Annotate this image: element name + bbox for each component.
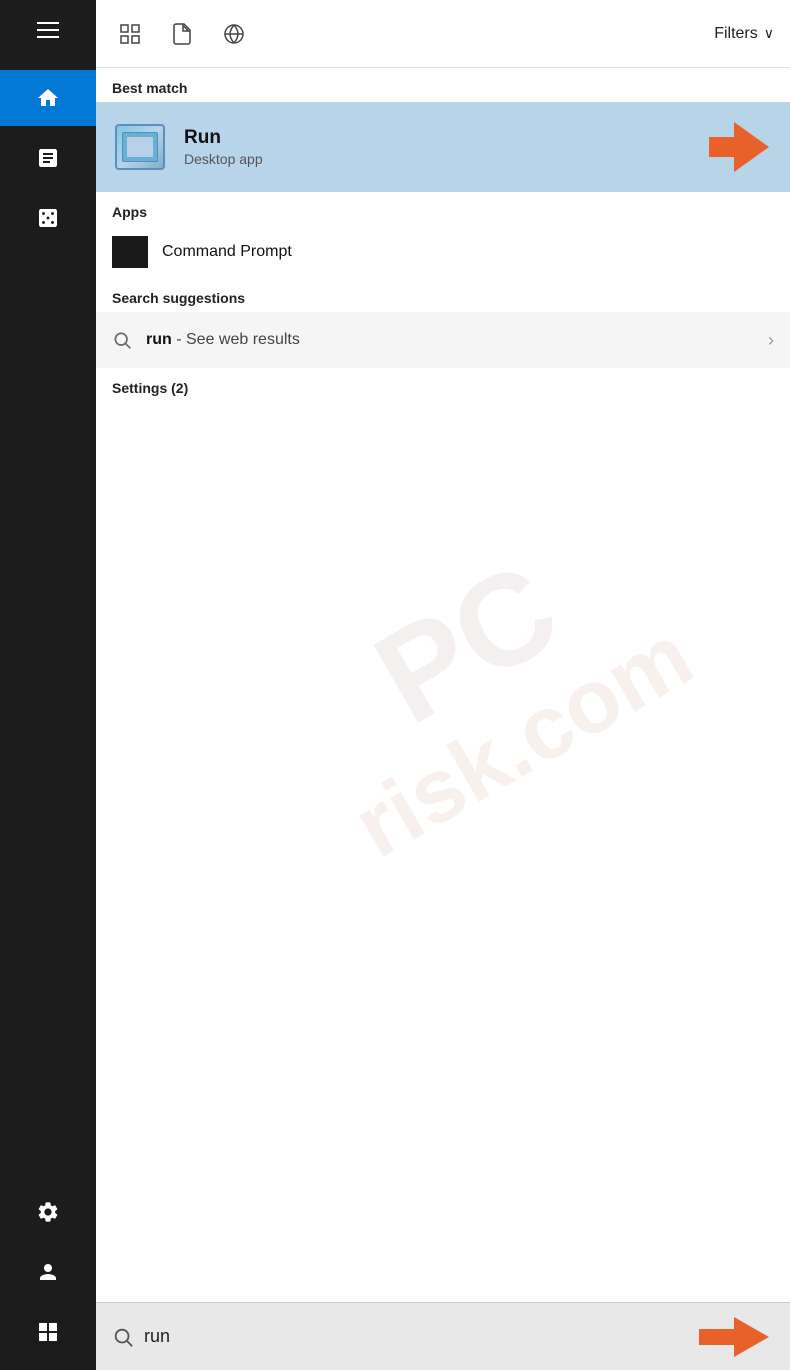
filters-button[interactable]: Filters ∨ — [714, 25, 774, 43]
search-bar — [96, 1302, 790, 1370]
app-name-command-prompt: Command Prompt — [162, 243, 292, 261]
hamburger-menu[interactable] — [28, 10, 68, 50]
documents-icon — [36, 146, 60, 170]
windows-icon — [36, 1320, 60, 1344]
sidebar-nav — [0, 70, 96, 1184]
home-icon — [36, 86, 60, 110]
sidebar-item-home[interactable] — [0, 70, 96, 126]
sidebar-item-user[interactable] — [0, 1244, 96, 1300]
filters-chevron: ∨ — [764, 25, 774, 42]
best-match-item-run[interactable]: Run Desktop app — [96, 102, 790, 192]
results-area: Best match Run Desktop app Apps C — [96, 68, 790, 1302]
document-icon — [170, 22, 194, 46]
search-suggestions-label: Search suggestions — [96, 278, 790, 312]
globe-icon — [222, 22, 246, 46]
grid-icon — [118, 22, 142, 46]
search-input[interactable] — [144, 1326, 684, 1347]
globe-icon-btn[interactable] — [216, 16, 252, 52]
suggestion-suffix: - See web results — [172, 331, 300, 348]
search-icon-suggestion — [112, 330, 132, 350]
document-icon-btn[interactable] — [164, 16, 200, 52]
apps-section-label: Apps — [96, 192, 790, 226]
grid-icon-btn[interactable] — [112, 16, 148, 52]
chevron-right-icon: › — [768, 330, 774, 351]
sidebar-item-start[interactable] — [0, 1304, 96, 1360]
sidebar-item-documents[interactable] — [0, 130, 96, 186]
suggestion-query: run — [146, 331, 172, 348]
main-panel: PC risk.com Filters ∨ Be — [96, 0, 790, 1370]
filters-label: Filters — [714, 25, 758, 43]
sidebar-item-pictures[interactable] — [0, 190, 96, 246]
suggestion-text: run - See web results — [146, 331, 768, 349]
best-match-subtitle: Desktop app — [184, 151, 694, 167]
sidebar-bottom — [0, 1184, 96, 1360]
toolbar: Filters ∨ — [96, 0, 790, 68]
suggestion-item-run[interactable]: run - See web results › — [96, 312, 790, 368]
sidebar — [0, 0, 96, 1370]
settings-icon — [36, 1200, 60, 1224]
orange-arrow-large — [704, 112, 774, 182]
best-match-title: Run — [184, 127, 694, 149]
command-prompt-icon — [112, 236, 148, 268]
sidebar-item-settings[interactable] — [0, 1184, 96, 1240]
user-icon — [36, 1260, 60, 1284]
best-match-section-label: Best match — [96, 68, 790, 102]
run-app-icon — [112, 121, 168, 173]
best-match-text: Run Desktop app — [184, 127, 694, 167]
app-item-command-prompt[interactable]: Command Prompt — [96, 226, 790, 278]
settings-section-label: Settings (2) — [96, 368, 790, 402]
orange-arrow-search — [694, 1312, 774, 1362]
search-bar-icon — [112, 1326, 134, 1348]
calculator-icon — [36, 206, 60, 230]
